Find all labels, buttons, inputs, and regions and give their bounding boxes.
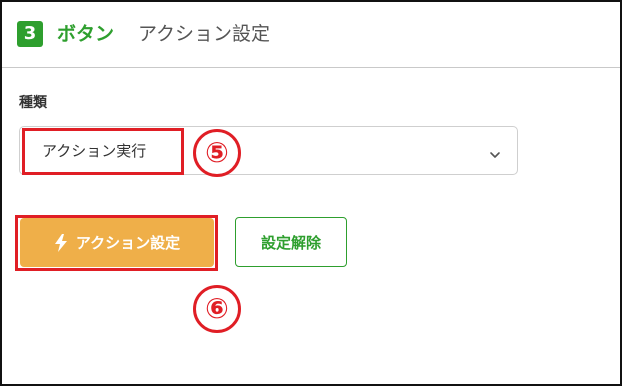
panel-header: 3 ボタン アクション設定 (2, 2, 620, 68)
action-settings-panel: 3 ボタン アクション設定 種類 アクション実行 ⑤ アクション設定 設定解除 … (0, 0, 622, 386)
clear-settings-button[interactable]: 設定解除 (235, 217, 347, 267)
action-settings-button-label: アクション設定 (75, 234, 181, 252)
type-field-label: 種類 (19, 95, 47, 111)
header-title: アクション設定 (138, 23, 271, 45)
step-number-badge: 3 (17, 21, 43, 47)
action-settings-button[interactable]: アクション設定 (20, 218, 214, 267)
type-select-value: アクション実行 (42, 142, 147, 160)
type-select[interactable]: アクション実行 (19, 126, 518, 175)
chevron-down-icon (489, 145, 501, 158)
annotation-marker-5: ⑤ (193, 129, 241, 177)
header-title-accent: ボタン (57, 23, 115, 45)
lightning-icon (54, 233, 68, 252)
annotation-marker-6: ⑥ (193, 285, 241, 333)
